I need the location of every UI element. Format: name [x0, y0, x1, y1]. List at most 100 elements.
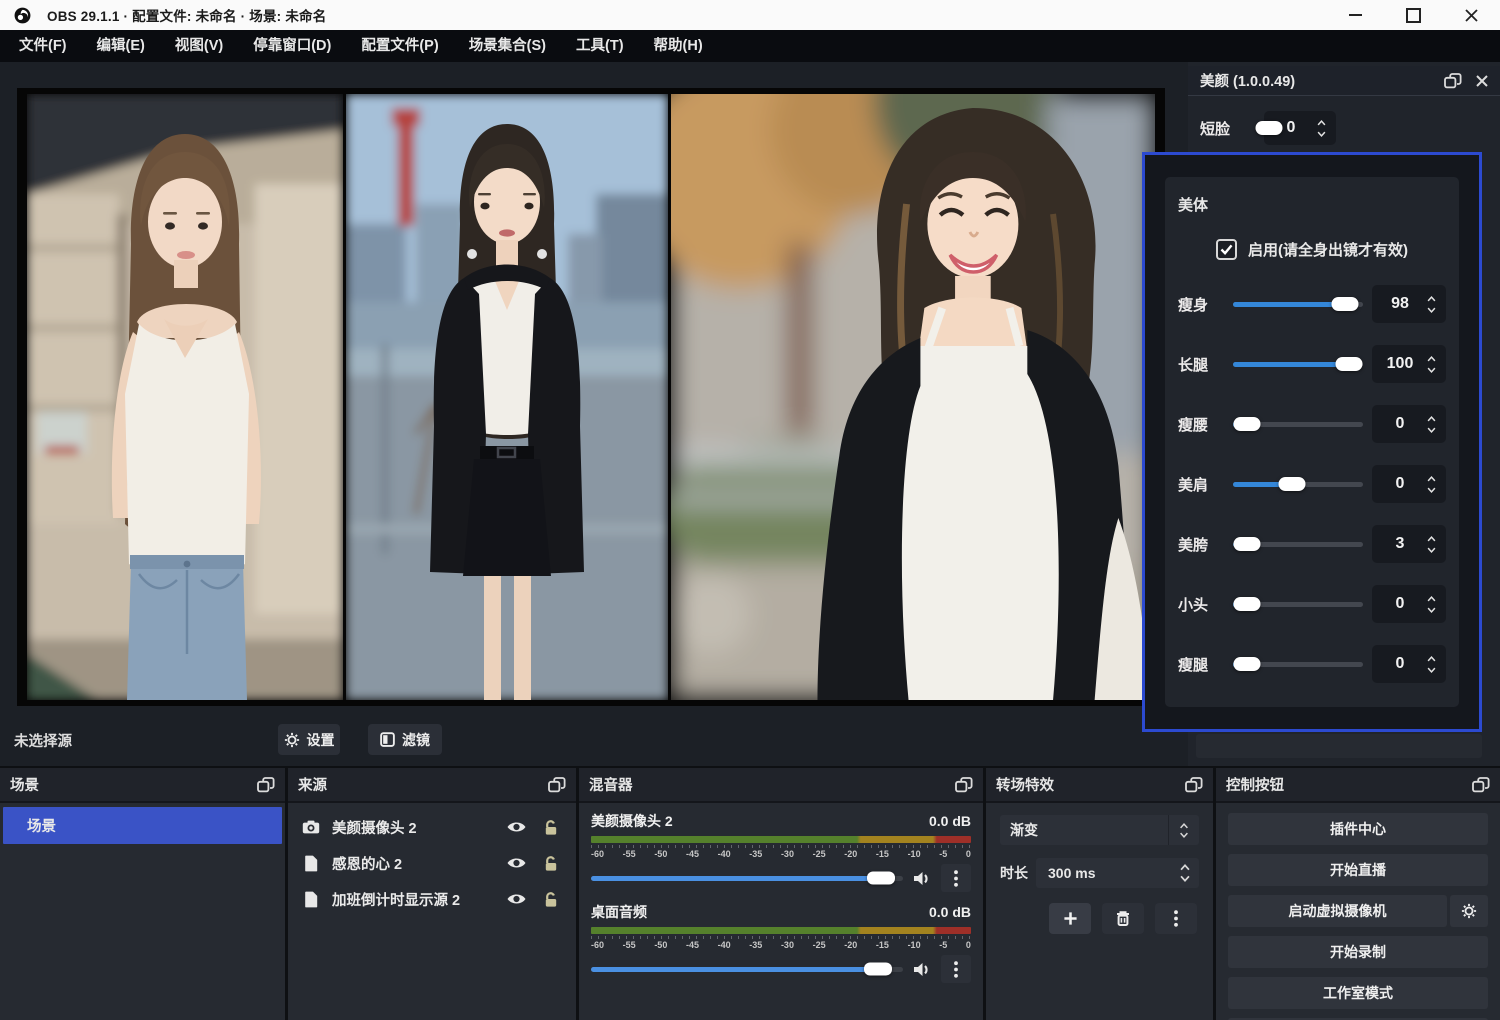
virtual-camera-config-button[interactable] — [1450, 895, 1488, 927]
slider-handle[interactable] — [1234, 417, 1261, 431]
dock-icon[interactable] — [257, 777, 275, 793]
control-button[interactable]: 工作室模式 — [1228, 977, 1488, 1009]
add-transition-button[interactable] — [1049, 903, 1091, 934]
value-spinner[interactable] — [1424, 296, 1439, 313]
slider-handle[interactable] — [1336, 357, 1363, 371]
popout-dock-icon[interactable] — [1444, 73, 1462, 89]
slider-value[interactable]: 3 — [1376, 535, 1424, 553]
slider-row: 长腿 100 — [1178, 345, 1446, 383]
kebab-menu-icon — [954, 870, 958, 887]
value-spinner[interactable] — [1424, 416, 1439, 433]
menu-item[interactable]: 场景集合(S) — [454, 30, 561, 62]
source-filters-button[interactable]: 滤镜 — [368, 724, 442, 755]
slider-value-box: 0 — [1372, 645, 1446, 683]
close-dock-icon[interactable] — [1476, 75, 1488, 87]
slider-handle[interactable] — [1278, 477, 1305, 491]
value-spinner[interactable] — [1314, 120, 1329, 137]
dock-icon[interactable] — [955, 777, 973, 793]
value-spinner[interactable] — [1424, 596, 1439, 613]
chevron-down-icon — [1316, 131, 1327, 137]
remove-transition-button[interactable] — [1102, 903, 1144, 934]
source-row[interactable]: 加班倒计时显示源 2 — [288, 881, 576, 917]
slider-handle[interactable] — [1234, 657, 1261, 671]
transition-properties-button[interactable] — [1155, 903, 1197, 934]
slider-label: 长腿 — [1178, 354, 1224, 375]
minimize-button[interactable] — [1326, 0, 1384, 30]
slider-handle[interactable] — [1234, 537, 1261, 551]
dock-icon[interactable] — [1185, 777, 1203, 793]
control-button[interactable]: 开始直播 — [1228, 854, 1488, 886]
slider-value[interactable]: 100 — [1376, 355, 1424, 373]
slider-handle[interactable] — [1331, 297, 1358, 311]
slider-track[interactable] — [1233, 602, 1363, 607]
value-spinner[interactable] — [1424, 656, 1439, 673]
menu-item[interactable]: 配置文件(P) — [346, 30, 453, 62]
window-title: OBS 29.1.1 · 配置文件: 未命名 · 场景: 未命名 — [47, 5, 326, 25]
control-button[interactable]: 开始录制 — [1228, 936, 1488, 968]
slider-value[interactable]: 0 — [1376, 595, 1424, 613]
title-bar: OBS 29.1.1 · 配置文件: 未命名 · 场景: 未命名 — [0, 0, 1500, 30]
duration-spinbox[interactable]: 300 ms — [1036, 858, 1199, 888]
no-source-label: 未选择源 — [14, 730, 72, 751]
lock-toggle[interactable] — [539, 855, 563, 872]
menu-item[interactable]: 视图(V) — [160, 30, 238, 62]
transition-select[interactable]: 渐变 — [1000, 815, 1199, 845]
mixer-dock-header: 混音器 — [579, 768, 983, 803]
value-spinner[interactable] — [1424, 356, 1439, 373]
lock-toggle[interactable] — [539, 819, 563, 836]
menu-item[interactable]: 停靠窗口(D) — [238, 30, 346, 62]
source-row[interactable]: 美颜摄像头 2 — [288, 809, 576, 845]
lock-toggle[interactable] — [539, 891, 563, 908]
slider-track[interactable] — [1233, 662, 1363, 667]
slider-value-box: 100 — [1372, 345, 1446, 383]
slider-value[interactable]: 0 — [1376, 475, 1424, 493]
duration-value: 300 ms — [1036, 865, 1171, 881]
mute-button[interactable] — [912, 870, 932, 887]
maximize-button[interactable] — [1384, 0, 1442, 30]
close-button[interactable] — [1442, 0, 1500, 30]
scene-item[interactable]: 场景 — [3, 807, 282, 844]
menu-item[interactable]: 工具(T) — [561, 30, 639, 62]
visibility-toggle[interactable] — [504, 892, 528, 906]
filters-icon — [380, 732, 395, 747]
face-slider-row: 短脸0 — [1188, 106, 1494, 150]
volume-handle[interactable] — [867, 872, 895, 885]
duration-spinner[interactable] — [1171, 864, 1199, 882]
value-spinner[interactable] — [1424, 536, 1439, 553]
control-button[interactable]: 启动虚拟摄像机 — [1228, 895, 1447, 927]
chevron-down-icon — [1426, 307, 1437, 313]
slider-track[interactable] — [1233, 302, 1363, 307]
volume-slider[interactable] — [591, 967, 903, 972]
slider-track[interactable] — [1233, 542, 1363, 547]
slider-handle[interactable] — [1234, 597, 1261, 611]
menu-item[interactable]: 编辑(E) — [82, 30, 160, 62]
channel-menu-button[interactable] — [941, 864, 971, 892]
dock-icon[interactable] — [1472, 777, 1490, 793]
slider-track[interactable] — [1233, 422, 1363, 427]
slider-track[interactable] — [1233, 482, 1363, 487]
slider-track[interactable] — [1233, 362, 1363, 367]
menu-item[interactable]: 帮助(H) — [639, 30, 718, 62]
source-settings-button[interactable]: 设置 — [278, 724, 340, 755]
slider-value[interactable]: 98 — [1376, 295, 1424, 313]
visibility-toggle[interactable] — [504, 820, 528, 834]
value-spinner[interactable] — [1424, 476, 1439, 493]
control-button[interactable]: 插件中心 — [1228, 813, 1488, 845]
visibility-toggle[interactable] — [504, 856, 528, 870]
slider-value[interactable]: 0 — [1376, 415, 1424, 433]
chevron-up-icon — [1426, 596, 1437, 602]
enable-checkbox[interactable] — [1216, 239, 1237, 260]
volume-handle[interactable] — [864, 963, 892, 976]
slider-value[interactable]: 0 — [1376, 655, 1424, 673]
mute-button[interactable] — [912, 961, 932, 978]
chevron-down-icon — [1179, 832, 1189, 838]
channel-menu-button[interactable] — [941, 955, 971, 983]
preview-canvas[interactable] — [17, 88, 1165, 706]
lock-open-icon — [543, 819, 559, 836]
transition-selected: 渐变 — [1000, 820, 1168, 840]
volume-slider[interactable] — [591, 876, 903, 881]
menu-item[interactable]: 文件(F) — [4, 30, 82, 62]
slider-handle[interactable] — [1256, 121, 1283, 135]
source-row[interactable]: 感恩的心 2 — [288, 845, 576, 881]
dock-icon[interactable] — [548, 777, 566, 793]
